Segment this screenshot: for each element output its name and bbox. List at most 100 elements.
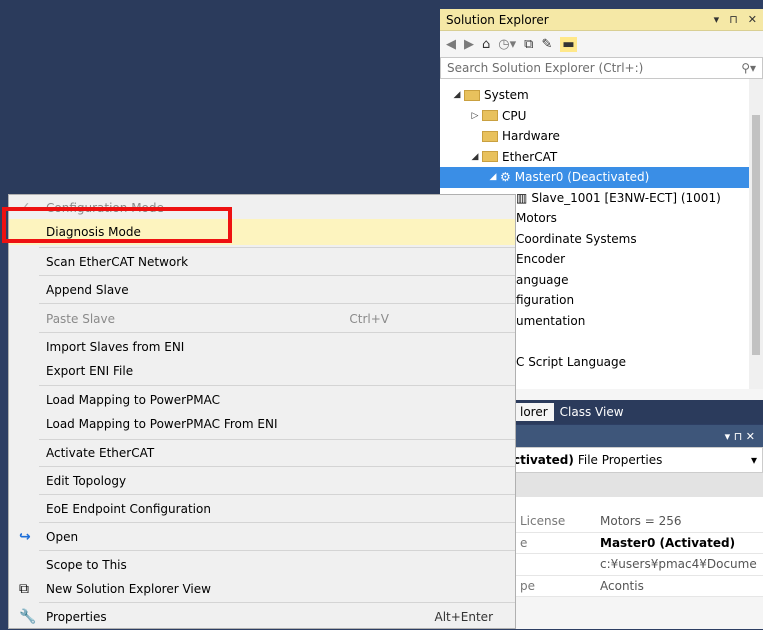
search-icon[interactable]: ⚲▾: [741, 61, 756, 75]
folder-open-icon: [482, 151, 498, 163]
editor-background: [0, 0, 440, 200]
menu-item-shortcut: Alt+Enter: [434, 610, 493, 624]
menu-item-label: EoE Endpoint Configuration: [46, 502, 211, 516]
search-input[interactable]: Search Solution Explorer (Ctrl+:) ⚲▾: [440, 57, 763, 79]
tree-item-label: anguage: [516, 272, 569, 287]
tree-item-label: Coordinate Systems: [516, 231, 637, 246]
menu-item-eoe-endpoint[interactable]: EoE Endpoint Configuration: [9, 496, 515, 522]
menu-separator: [39, 332, 515, 333]
wrench-icon[interactable]: ✎: [541, 37, 552, 52]
folder-icon: [482, 110, 498, 122]
highlight-outline: [2, 207, 232, 243]
tree-item-label: EtherCAT: [502, 149, 558, 164]
expand-arrow-icon[interactable]: ◢: [450, 90, 464, 100]
tree-scrollbar[interactable]: [749, 79, 763, 389]
menu-item-scope-to-this[interactable]: Scope to This: [9, 552, 515, 578]
master-icon: ⚙: [500, 170, 511, 185]
tree-item-hardware[interactable]: Hardware: [440, 126, 763, 147]
tab-class-view[interactable]: Class View: [554, 403, 630, 421]
close-icon[interactable]: ✕: [748, 13, 757, 26]
property-value: Acontis: [600, 578, 644, 593]
menu-separator: [39, 522, 515, 523]
sync-icon[interactable]: ⧉: [524, 37, 533, 52]
menu-item-edit-topology[interactable]: Edit Topology: [9, 468, 515, 494]
new-view-icon: ⧉: [19, 581, 29, 597]
menu-separator: [39, 247, 515, 248]
menu-item-load-mapping[interactable]: Load Mapping to PowerPMAC: [9, 387, 515, 413]
tree-item-system[interactable]: ◢ System: [440, 85, 763, 106]
property-value: c:¥users¥pmac4¥Docume: [600, 557, 757, 572]
menu-item-open[interactable]: ↪ Open: [9, 524, 515, 550]
menu-separator: [39, 602, 515, 603]
menu-item-import-slaves[interactable]: Import Slaves from ENI: [9, 334, 515, 360]
tree-item-label: C Script Language: [516, 354, 627, 369]
properties-object-type: File Properties: [577, 453, 663, 467]
menu-item-label: Import Slaves from ENI: [46, 340, 185, 354]
menu-item-shortcut: Ctrl+V: [349, 312, 389, 326]
menu-separator: [39, 494, 515, 495]
tree-item-ethercat[interactable]: ◢ EtherCAT: [440, 147, 763, 168]
menu-item-label: Scope to This: [46, 558, 127, 572]
expand-arrow-icon[interactable]: ◢: [468, 152, 482, 162]
menu-item-new-explorer-view[interactable]: ⧉ New Solution Explorer View: [9, 576, 515, 602]
menu-item-label: Export ENI File: [46, 364, 134, 378]
tree-item-label: Encoder: [516, 252, 566, 267]
menu-separator: [39, 275, 515, 276]
menu-separator: [39, 385, 515, 386]
tree-item-label: Motors: [516, 211, 557, 226]
dropdown-icon[interactable]: ▾: [714, 13, 720, 26]
history-icon[interactable]: ◷▾: [498, 37, 516, 52]
open-arrow-icon: ↪: [19, 529, 31, 545]
property-value: Motors = 256: [600, 514, 682, 529]
tree-item-label: umentation: [516, 313, 586, 328]
tab-solution-explorer[interactable]: lorer: [514, 403, 554, 421]
menu-separator: [39, 550, 515, 551]
menu-item-label: Scan EtherCAT Network: [46, 255, 189, 269]
tree-item-label: System: [484, 88, 529, 103]
menu-item-label: Edit Topology: [46, 474, 127, 488]
home-icon[interactable]: ⌂: [482, 37, 490, 52]
property-value: Master0 (Activated): [600, 535, 736, 550]
menu-item-label: Load Mapping to PowerPMAC From ENI: [46, 417, 278, 431]
menu-item-paste-slave[interactable]: Paste Slave Ctrl+V: [9, 306, 515, 332]
menu-item-properties[interactable]: 🔧 Properties Alt+Enter: [9, 604, 515, 630]
properties-window-controls[interactable]: ▾ ⊓ ✕: [725, 430, 755, 443]
context-menu: ✓ Configuration Mode Diagnosis Mode Scan…: [8, 194, 516, 629]
forward-icon[interactable]: ▶: [464, 37, 474, 52]
solution-explorer-toolbar: ◀ ▶ ⌂ ◷▾ ⧉ ✎ ▬: [440, 31, 763, 57]
back-icon[interactable]: ◀: [446, 37, 456, 52]
tree-item-label: CPU: [502, 108, 527, 123]
menu-item-scan-ethercat[interactable]: Scan EtherCAT Network: [9, 249, 515, 275]
menu-item-label: Activate EtherCAT: [46, 446, 155, 460]
scrollbar-thumb[interactable]: [752, 115, 760, 355]
collapse-arrow-icon[interactable]: ▷: [468, 111, 482, 121]
expand-arrow-icon[interactable]: ◢: [486, 172, 500, 182]
menu-item-activate-ethercat[interactable]: Activate EtherCAT: [9, 440, 515, 466]
pin-icon[interactable]: ⊓: [729, 13, 738, 26]
menu-item-label: Load Mapping to PowerPMAC: [46, 393, 221, 407]
menu-item-load-mapping-eni[interactable]: Load Mapping to PowerPMAC From ENI: [9, 411, 515, 437]
wrench-icon: 🔧: [19, 609, 37, 625]
menu-item-export-eni[interactable]: Export ENI File: [9, 358, 515, 384]
search-placeholder: Search Solution Explorer (Ctrl+:): [447, 61, 644, 75]
tree-item-master0[interactable]: ◢ ⚙ Master0 (Deactivated): [440, 167, 763, 188]
chevron-down-icon[interactable]: ▾: [751, 453, 757, 467]
menu-separator: [39, 466, 515, 467]
preview-icon[interactable]: ▬: [560, 36, 577, 52]
slave-device-icon: ▥: [516, 190, 528, 205]
solution-explorer-title: Solution Explorer: [446, 12, 549, 27]
tree-item-label: Master0 (Deactivated): [514, 170, 650, 185]
menu-item-label: Append Slave: [46, 283, 129, 297]
menu-item-append-slave[interactable]: Append Slave: [9, 277, 515, 303]
tree-item-label: Slave_1001 [E3NW-ECT] (1001): [531, 190, 721, 205]
tree-item-label: figuration: [516, 293, 575, 308]
properties-object-name: ctivated): [513, 453, 574, 467]
menu-item-label: Paste Slave: [46, 312, 115, 326]
menu-separator: [39, 303, 515, 304]
menu-item-label: Open: [46, 530, 79, 544]
folder-open-icon: [464, 89, 480, 101]
folder-icon: [482, 130, 498, 142]
menu-item-label: Properties: [46, 610, 107, 624]
tree-item-cpu[interactable]: ▷ CPU: [440, 106, 763, 127]
tree-item-label: Hardware: [502, 129, 560, 144]
